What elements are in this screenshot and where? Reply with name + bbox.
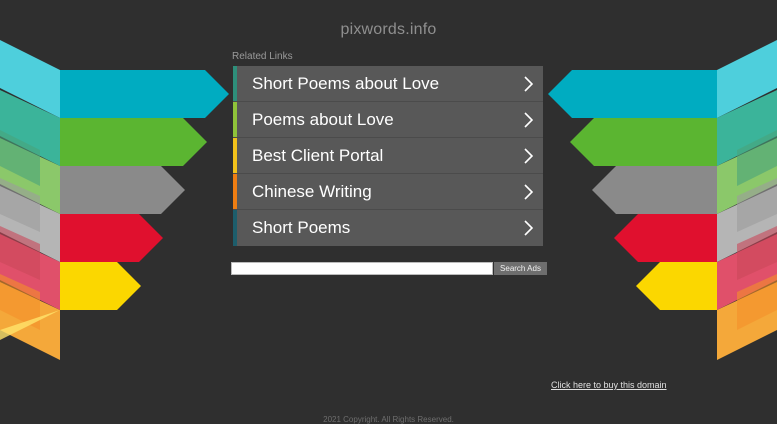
related-link[interactable]: Short Poems about Love [233, 66, 543, 102]
link-accent-bar [233, 174, 237, 209]
related-link[interactable]: Poems about Love [233, 102, 543, 138]
chevron-right-icon [524, 148, 533, 164]
site-title: pixwords.info [340, 21, 437, 38]
search-ads-button[interactable]: Search Ads [494, 262, 547, 275]
related-link[interactable]: Best Client Portal [233, 138, 543, 174]
right-arrows [548, 40, 777, 360]
related-link-label: Short Poems about Love [252, 74, 440, 93]
related-link-label: Best Client Portal [252, 146, 384, 165]
related-links-heading: Related Links [232, 51, 293, 62]
related-links-list: Short Poems about Love Poems about Love … [233, 66, 543, 246]
chevron-right-icon [524, 76, 533, 92]
link-accent-bar [233, 138, 237, 173]
search-form: Search Ads [231, 262, 547, 275]
left-arrows [0, 40, 229, 360]
link-accent-bar [233, 210, 237, 246]
related-link[interactable]: Chinese Writing [233, 174, 543, 210]
related-link-label: Short Poems [252, 218, 351, 237]
search-input[interactable] [231, 262, 493, 275]
link-accent-bar [233, 102, 237, 137]
link-accent-bar [233, 66, 237, 101]
related-link-label: Chinese Writing [252, 182, 372, 201]
chevron-right-icon [524, 112, 533, 128]
chevron-right-icon [524, 220, 533, 236]
related-link-label: Poems about Love [252, 110, 394, 129]
buy-domain-link[interactable]: Click here to buy this domain [551, 380, 667, 390]
chevron-right-icon [524, 184, 533, 200]
related-link[interactable]: Short Poems [233, 210, 543, 246]
